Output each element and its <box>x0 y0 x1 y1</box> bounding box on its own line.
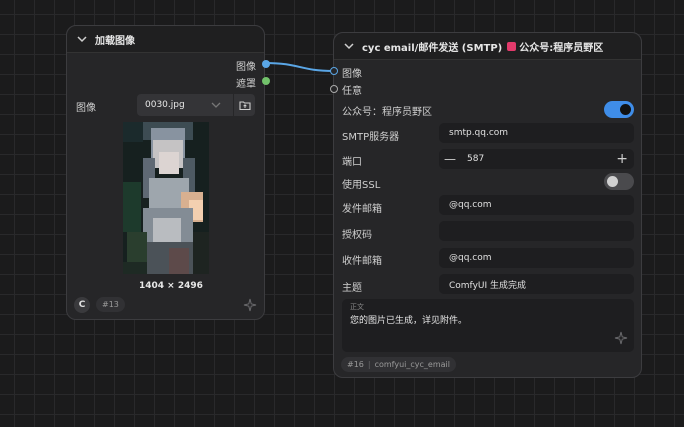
load-image-node-header[interactable]: 加载图像 <box>67 26 264 53</box>
badge-divider: | <box>367 360 371 369</box>
comfy-logo-icon: C <box>78 300 86 310</box>
public-account-toggle[interactable] <box>604 101 634 118</box>
folder-upload-icon <box>238 100 251 110</box>
use-ssl-toggle[interactable] <box>604 173 634 190</box>
email-node-title: cyc email/邮件发送 (SMTP) <box>362 42 503 54</box>
port-stepper[interactable]: — 587 + <box>439 149 634 169</box>
subject-label: 主题 <box>342 283 362 294</box>
input-label-image: 图像 <box>342 69 362 80</box>
sender-email-value: @qq.com <box>449 200 492 210</box>
image-dimensions: 1404 × 2496 <box>139 281 203 291</box>
port-increment-button[interactable]: + <box>616 151 628 167</box>
smtp-server-label: SMTP服务器 <box>342 132 400 143</box>
upload-folder-button[interactable] <box>234 94 255 116</box>
input-label-any: 任意 <box>342 86 362 97</box>
image-file-select[interactable]: 0030.jpg <box>137 94 233 116</box>
node-source-icon[interactable]: C <box>74 297 90 313</box>
node-id-text: #16 <box>347 360 364 369</box>
body-label: 正文 <box>350 303 364 311</box>
output-port-mask[interactable] <box>262 77 270 85</box>
public-account-label: 公众号：程序员野区 <box>342 107 432 118</box>
collapse-chevron-icon[interactable] <box>75 32 89 46</box>
email-node-title-tag: 公众号:程序员野区 <box>519 42 604 54</box>
auth-code-input[interactable] <box>439 221 634 241</box>
image-preview <box>123 122 209 274</box>
smtp-server-value: smtp.qq.com <box>449 128 509 138</box>
subject-value: ComfyUI 生成完成 <box>449 280 526 291</box>
port-label: 端口 <box>342 157 362 168</box>
toggle-knob <box>607 176 618 187</box>
sender-email-label: 发件邮箱 <box>342 204 382 215</box>
output-port-image[interactable] <box>262 60 270 68</box>
sparkle-icon[interactable] <box>243 298 257 312</box>
use-ssl-label: 使用SSL <box>342 180 381 191</box>
subject-input[interactable]: ComfyUI 生成完成 <box>439 274 634 294</box>
email-node[interactable]: cyc email/邮件发送 (SMTP) 公众号:程序员野区 图像 任意 公众… <box>330 32 642 378</box>
image-file-name: 0030.jpg <box>145 100 185 110</box>
port-value: 587 <box>467 154 485 164</box>
recipient-email-value: @qq.com <box>449 253 492 263</box>
recipient-email-input[interactable]: @qq.com <box>439 248 634 268</box>
title-tag-marker <box>507 41 517 51</box>
node-id-text: #13 <box>102 300 119 309</box>
input-port-image[interactable] <box>330 67 338 75</box>
node-id-badge: #16 | comfyui_cyc_email <box>341 357 456 372</box>
body-value: 您的图片已生成，详见附件。 <box>350 316 468 326</box>
image-input-label: 图像 <box>76 103 96 114</box>
output-label-image: 图像 <box>236 62 256 73</box>
dropdown-chevron-icon <box>211 102 221 108</box>
node-package-name: comfyui_cyc_email <box>374 360 450 369</box>
load-image-node[interactable]: 加载图像 图像 遮罩 图像 0030.jpg 1404 × 2496 C #13 <box>66 25 270 320</box>
output-label-mask: 遮罩 <box>236 79 256 90</box>
port-decrement-button[interactable]: — <box>439 152 461 166</box>
sender-email-input[interactable]: @qq.com <box>439 195 634 215</box>
auth-code-label: 授权码 <box>342 230 372 241</box>
node-id-badge: #13 <box>96 297 125 312</box>
smtp-server-input[interactable]: smtp.qq.com <box>439 123 634 143</box>
email-node-header[interactable]: cyc email/邮件发送 (SMTP) 公众号:程序员野区 <box>334 33 641 60</box>
toggle-knob <box>620 104 631 115</box>
load-image-node-title: 加载图像 <box>95 35 135 47</box>
collapse-chevron-icon[interactable] <box>342 39 356 53</box>
input-port-any[interactable] <box>330 85 338 93</box>
recipient-email-label: 收件邮箱 <box>342 256 382 267</box>
body-textarea[interactable]: 正文 您的图片已生成，详见附件。 <box>342 299 634 352</box>
sparkle-icon[interactable] <box>614 331 628 345</box>
